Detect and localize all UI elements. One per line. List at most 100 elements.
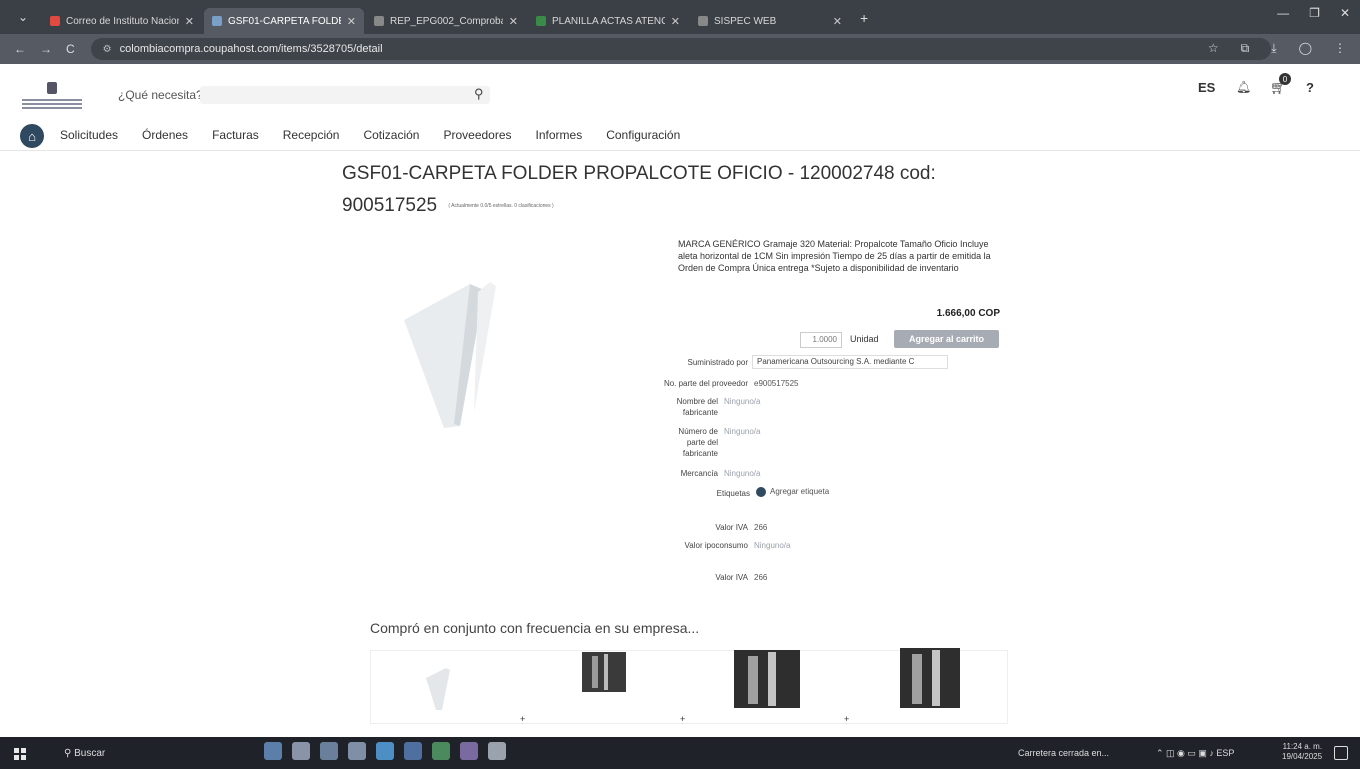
tab-search-icon[interactable]: ⌄ [10,4,36,30]
menu-dots-icon[interactable]: ⋮ [1334,41,1346,56]
download-icon[interactable]: ⤓ [1271,41,1276,56]
quantity-input[interactable]: 1.0000 [800,332,842,348]
related-product-image[interactable] [582,652,626,692]
close-icon[interactable]: ✕ [347,15,356,28]
close-icon[interactable]: ✕ [509,15,518,28]
nav-item-configuracion[interactable]: Configuración [606,128,680,142]
close-window-icon[interactable]: ✕ [1340,6,1350,20]
notification-bell-icon[interactable]: 🔔︎ [1236,80,1251,94]
windows-start-icon[interactable] [14,748,26,760]
logo-line [22,103,82,105]
weather-widget[interactable]: Carretera cerrada en... [1018,748,1109,758]
gmail-icon [50,16,60,26]
clock-time: 11:24 a. m. [1282,742,1323,751]
bookmark-star-icon[interactable]: ☆ [1208,41,1219,56]
sheets-icon [536,16,546,26]
site-info-icon[interactable]: ⚙ [103,44,112,55]
nav-item-facturas[interactable]: Facturas [212,128,259,142]
extensions-icon[interactable]: ⧉ [1241,41,1250,56]
product-title: GSF01-CARPETA FOLDER PROPALCOTE OFICIO -… [342,163,936,217]
nav-item-recepcion[interactable]: Recepción [283,128,340,142]
crest-icon [47,82,57,94]
word-icon[interactable] [404,742,422,760]
manufacturer-part-value: Ninguno/a [724,427,761,436]
file-explorer-icon[interactable] [292,742,310,760]
back-icon[interactable]: ← [14,42,26,56]
plus-sign: + [680,714,686,724]
close-icon[interactable]: ✕ [185,15,194,28]
related-product-image[interactable] [734,650,800,708]
manufacturer-name-value: Ninguno/a [724,397,761,406]
address-bar: ← → C ⚙ colombiacompra.coupahost.com/ite… [0,34,1360,64]
browser-tab-active[interactable]: GSF01-CARPETA FOLDER PROP ✕ [204,8,364,34]
browser-tab[interactable]: SISPEC WEB ✕ [690,8,850,34]
product-description: MARCA GENÉRICO Gramaje 320 Material: Pro… [678,239,991,273]
edge-icon[interactable] [376,742,394,760]
forward-icon[interactable]: → [40,42,52,56]
maximize-icon[interactable]: ❐ [1309,6,1320,20]
nav-item-cotizacion[interactable]: Cotización [363,128,419,142]
browser-tab[interactable]: Correo de Instituto Nacional N ✕ [42,8,202,34]
related-product-image[interactable] [900,648,960,708]
url-field[interactable]: ⚙ colombiacompra.coupahost.com/items/352… [90,38,1271,60]
profile-icon[interactable]: ◯ [1299,41,1312,56]
site-favicon-icon [212,16,222,26]
logo[interactable] [20,82,84,112]
globe-icon [374,16,384,26]
search-input[interactable] [200,86,490,104]
manufacturer-part-label: Número de parte del fabricante [678,427,718,458]
iva-label-2: Valor IVA [715,573,748,582]
brand-label: Mercancía [680,469,718,478]
frequent-section-title: Compró en conjunto con frecuencia en su … [370,620,700,636]
unit-label: Unidad [850,334,879,344]
rating-text[interactable]: ( Actualmente 0.0/5 estrellas. 0 clasifi… [448,203,553,209]
nav-item-proveedores[interactable]: Proveedores [443,128,511,142]
keyboard-language[interactable]: ESP [1216,748,1234,758]
reload-icon[interactable]: C [66,42,75,56]
mail-icon[interactable] [320,742,338,760]
related-product-image[interactable] [420,664,456,712]
help-icon[interactable]: ? [1306,80,1314,95]
clock-date: 19/04/2025 [1282,752,1323,761]
tab-label: PLANILLA ACTAS ATENCION Y [552,15,665,27]
close-icon[interactable]: ✕ [833,15,842,28]
iva-value-2: 266 [754,573,768,582]
search-icon[interactable]: ⚲ [474,86,484,102]
copilot-icon[interactable] [264,742,282,760]
nav-item-solicitudes[interactable]: Solicitudes [60,128,118,142]
tab-label: SISPEC WEB [714,15,777,27]
nav-items: Solicitudes Órdenes Facturas Recepción C… [60,128,680,142]
supplier-select[interactable]: Panamericana Outsourcing S.A. mediante C [752,355,948,369]
plus-sign: + [520,714,526,724]
home-icon[interactable]: ⌂ [20,124,44,148]
product-price: 1.666,00 COP [936,308,1000,319]
new-tab-icon[interactable]: + [860,10,868,26]
search-input-label[interactable]: ¿Qué necesita? [118,88,203,102]
onenote-icon[interactable] [460,742,478,760]
excel-icon[interactable] [432,742,450,760]
system-tray[interactable]: ⌃ ◫ ◉ ▭ ▣ ♪ ESP [1156,748,1234,759]
browser-tab[interactable]: REP_EPG002_ComprobanteCDP ✕ [366,8,526,34]
supplier-value: Panamericana Outsourcing S.A. mediante C [757,357,915,366]
manufacturer-name-label: Nombre del fabricante [676,397,718,417]
nav-item-informes[interactable]: Informes [536,128,583,142]
add-to-cart-button[interactable]: Agregar al carrito [894,330,999,348]
add-tag-link[interactable]: Agregar etiqueta [756,486,829,497]
close-icon[interactable]: ✕ [671,15,680,28]
store-icon[interactable] [348,742,366,760]
tab-label: Correo de Instituto Nacional N [66,15,179,27]
logo-line [22,99,82,101]
language-selector[interactable]: ES [1198,80,1215,95]
browser-tab[interactable]: PLANILLA ACTAS ATENCION Y ✕ [528,8,688,34]
logo-line [22,107,82,109]
tags-label: Etiquetas [716,489,750,498]
minimize-icon[interactable]: — [1277,6,1289,20]
notifications-icon[interactable] [1334,746,1348,760]
weather-text: Carretera cerrada en... [1018,748,1110,758]
taskbar-search[interactable]: ⚲ Buscar [64,748,105,759]
taskbar-search-label: Buscar [74,748,106,759]
clock[interactable]: 11:24 a. m. 19/04/2025 [1282,742,1322,762]
taskbar-apps [264,742,506,760]
chrome-icon[interactable] [488,742,506,760]
nav-item-ordenes[interactable]: Órdenes [142,128,188,142]
